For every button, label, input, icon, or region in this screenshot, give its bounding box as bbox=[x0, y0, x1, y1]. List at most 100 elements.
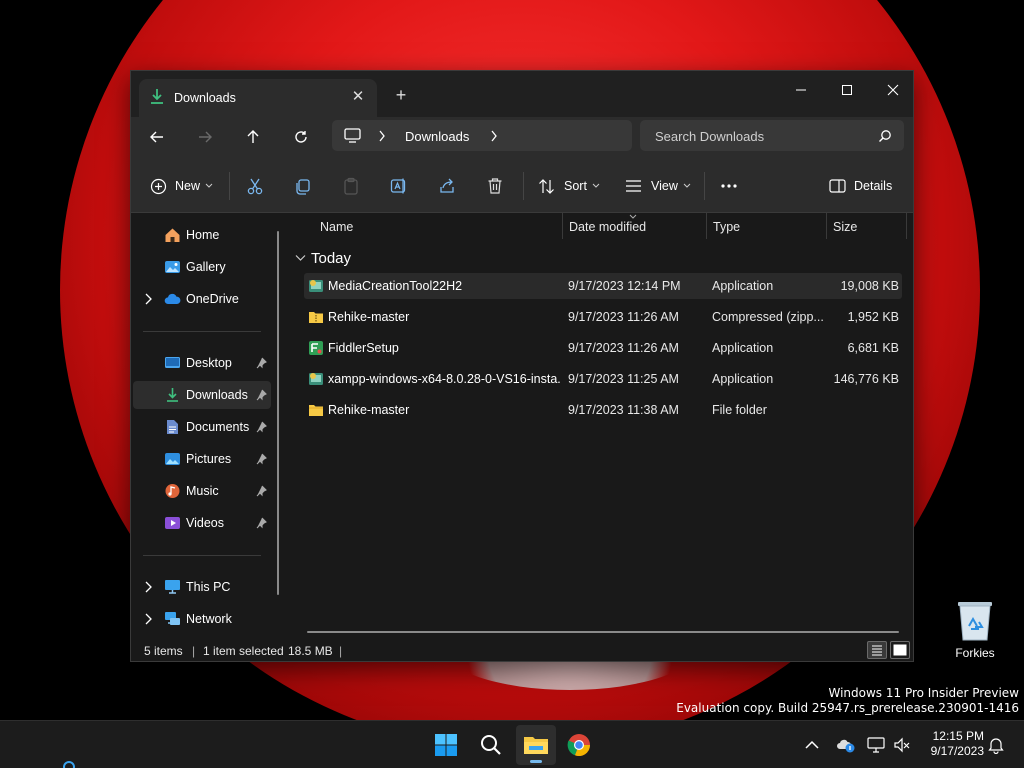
file-row[interactable]: MediaCreationTool22H2 9/17/2023 12:14 PM… bbox=[304, 273, 902, 299]
column-header-type[interactable]: Type bbox=[707, 213, 826, 241]
maximize-button[interactable] bbox=[824, 75, 870, 105]
sidebar-item-onedrive[interactable]: OneDrive bbox=[133, 285, 271, 313]
up-button[interactable] bbox=[238, 122, 268, 152]
sidebar-item-documents[interactable]: Documents bbox=[133, 413, 271, 441]
share-button[interactable] bbox=[438, 172, 456, 200]
sidebar-item-downloads[interactable]: Downloads bbox=[133, 381, 271, 409]
onedrive-tray-button[interactable] bbox=[836, 735, 856, 755]
status-separator: | bbox=[339, 644, 343, 658]
sidebar-item-music[interactable]: Music bbox=[133, 477, 271, 505]
notifications-button[interactable] bbox=[988, 735, 1004, 755]
group-header-today[interactable]: Today bbox=[295, 247, 351, 269]
chevron-right-icon[interactable] bbox=[378, 130, 386, 142]
refresh-button[interactable] bbox=[286, 122, 316, 152]
taskbar: 12:15 PM 9/17/2023 bbox=[0, 720, 1024, 768]
file-row[interactable]: Rehike-master 9/17/2023 11:26 AM Compres… bbox=[304, 304, 902, 330]
minimize-button[interactable] bbox=[778, 75, 824, 105]
column-divider[interactable] bbox=[906, 213, 907, 239]
show-hidden-icons-button[interactable] bbox=[805, 735, 819, 755]
taskbar-chrome[interactable] bbox=[559, 725, 599, 765]
pin-icon[interactable] bbox=[255, 517, 267, 529]
tab-downloads[interactable]: Downloads ✕ bbox=[139, 79, 377, 117]
sidebar-item-videos[interactable]: Videos bbox=[133, 509, 271, 537]
close-window-button[interactable] bbox=[870, 75, 916, 105]
pin-icon[interactable] bbox=[255, 357, 267, 369]
file-name: Rehike-master bbox=[328, 310, 410, 324]
breadcrumb-downloads[interactable]: Downloads bbox=[405, 129, 469, 144]
close-tab-icon[interactable]: ✕ bbox=[347, 86, 369, 108]
more-icon bbox=[721, 184, 737, 188]
clock-date: 9/17/2023 bbox=[930, 744, 984, 758]
start-button[interactable] bbox=[426, 725, 466, 765]
taskbar-clock[interactable]: 12:15 PM 9/17/2023 bbox=[920, 729, 984, 759]
details-view-button[interactable] bbox=[867, 641, 887, 659]
sidebar-item-label: This PC bbox=[186, 580, 231, 594]
details-pane-icon bbox=[829, 179, 846, 193]
toolbar-divider bbox=[523, 172, 524, 200]
horizontal-scrollbar[interactable] bbox=[307, 631, 899, 633]
details-pane-button[interactable]: Details bbox=[829, 172, 892, 200]
paste-button[interactable] bbox=[342, 172, 360, 200]
sidebar-item-desktop[interactable]: Desktop bbox=[133, 349, 271, 377]
file-name: xampp-windows-x64-8.0.28-0-VS16-insta... bbox=[328, 372, 560, 386]
search-input[interactable]: Search Downloads bbox=[640, 120, 904, 151]
taskbar-search-button[interactable] bbox=[471, 725, 511, 765]
desktop-recycle-bin[interactable]: Forkies bbox=[944, 596, 1006, 664]
file-date: 9/17/2023 11:26 AM bbox=[568, 341, 679, 355]
maximize-icon bbox=[842, 85, 852, 95]
forward-button[interactable] bbox=[190, 122, 220, 152]
details-label: Details bbox=[854, 179, 893, 193]
close-icon bbox=[887, 84, 899, 96]
pin-icon[interactable] bbox=[255, 389, 267, 401]
more-options-button[interactable] bbox=[720, 172, 738, 200]
file-date: 9/17/2023 12:14 PM bbox=[568, 279, 681, 293]
tiles-view-icon bbox=[893, 644, 907, 656]
evaluation-watermark: Windows 11 Pro Insider Preview Evaluatio… bbox=[676, 686, 1019, 716]
sort-button[interactable]: Sort bbox=[538, 172, 600, 200]
sidebar-item-network[interactable]: Network bbox=[133, 605, 271, 633]
sidebar-item-pictures[interactable]: Pictures bbox=[133, 445, 271, 473]
new-tab-button[interactable]: + bbox=[389, 85, 413, 107]
file-row[interactable]: xampp-windows-x64-8.0.28-0-VS16-insta...… bbox=[304, 366, 902, 392]
file-name: Rehike-master bbox=[328, 403, 410, 417]
navigation-pane: Home Gallery OneDrive Desktop Downloads … bbox=[131, 213, 289, 637]
copy-button[interactable] bbox=[294, 172, 312, 200]
chevron-right-icon[interactable] bbox=[144, 581, 154, 593]
column-header-size[interactable]: Size bbox=[827, 213, 905, 241]
active-indicator bbox=[530, 760, 542, 763]
delete-button[interactable] bbox=[486, 172, 504, 200]
file-date: 9/17/2023 11:25 AM bbox=[568, 372, 679, 386]
pin-icon[interactable] bbox=[255, 485, 267, 497]
volume-tray-button[interactable] bbox=[893, 735, 911, 755]
chevron-right-icon[interactable] bbox=[490, 130, 498, 142]
file-row[interactable]: Rehike-master 9/17/2023 11:38 AM File fo… bbox=[304, 397, 902, 423]
column-header-date[interactable]: Date modified bbox=[563, 213, 706, 241]
clock-time: 12:15 PM bbox=[932, 729, 984, 743]
cut-button[interactable] bbox=[246, 172, 264, 200]
file-type: Application bbox=[712, 279, 774, 293]
title-bar[interactable]: Downloads ✕ + bbox=[131, 71, 913, 117]
chevron-right-icon[interactable] bbox=[144, 613, 154, 625]
arrow-left-icon bbox=[150, 131, 163, 143]
rename-button[interactable] bbox=[390, 172, 408, 200]
taskbar-file-explorer[interactable] bbox=[516, 725, 556, 765]
sidebar-item-label: OneDrive bbox=[186, 292, 239, 306]
back-button[interactable] bbox=[142, 122, 172, 152]
pin-icon[interactable] bbox=[255, 453, 267, 465]
file-explorer-window: Downloads ✕ + Downloads Search Downloads… bbox=[130, 70, 914, 662]
sidebar-item-home[interactable]: Home bbox=[133, 221, 271, 249]
sidebar-item-this-pc[interactable]: This PC bbox=[133, 573, 271, 601]
tiles-view-button[interactable] bbox=[890, 641, 910, 659]
network-tray-button[interactable] bbox=[867, 735, 885, 755]
chevron-right-icon[interactable] bbox=[144, 293, 154, 305]
view-button[interactable]: View bbox=[625, 172, 691, 200]
refresh-icon bbox=[295, 131, 307, 143]
column-header-name[interactable]: Name bbox=[289, 213, 564, 241]
pin-icon[interactable] bbox=[255, 421, 267, 433]
address-bar[interactable]: Downloads bbox=[332, 120, 632, 151]
new-button[interactable]: New bbox=[150, 172, 213, 200]
file-row[interactable]: FiddlerSetup 9/17/2023 11:26 AM Applicat… bbox=[304, 335, 902, 361]
sidebar-item-gallery[interactable]: Gallery bbox=[133, 253, 271, 281]
sidebar-scrollbar[interactable] bbox=[277, 231, 279, 595]
file-size: 1,952 KB bbox=[847, 310, 899, 324]
